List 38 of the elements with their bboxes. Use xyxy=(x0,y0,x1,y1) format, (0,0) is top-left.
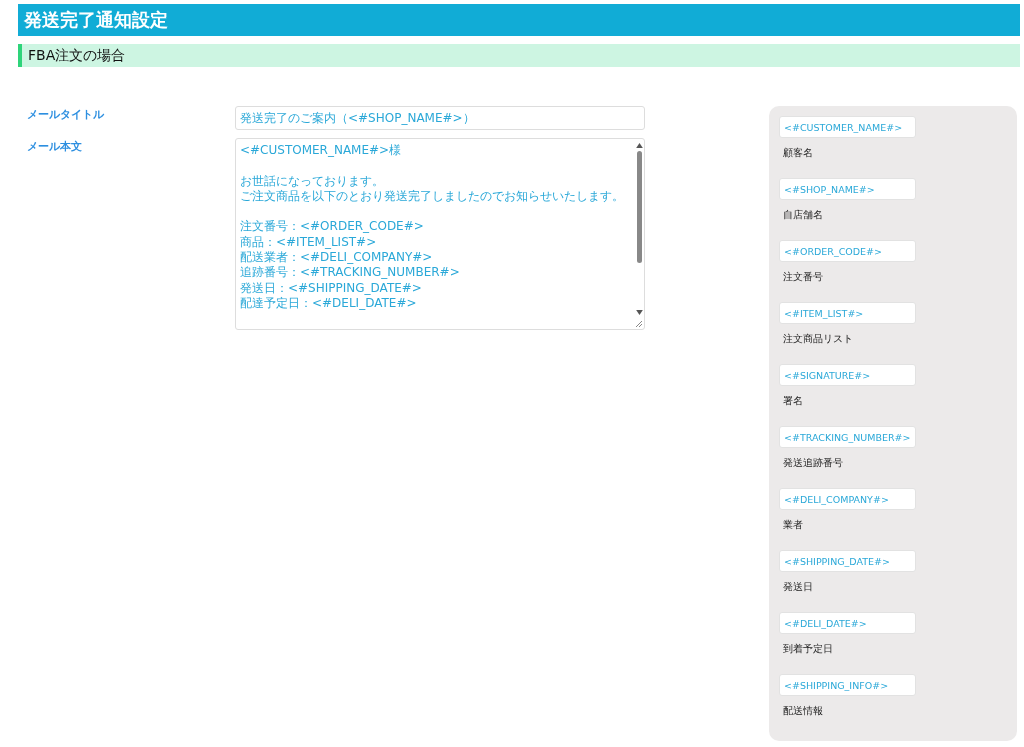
page-title: 発送完了通知設定 xyxy=(18,4,1020,36)
body-text-line: 配送業者：<#DELI_COMPANY#> xyxy=(240,250,434,266)
tag-description: 配送情報 xyxy=(782,704,824,718)
tag-description: 署名 xyxy=(782,394,804,408)
body-text-line: 商品：<#ITEM_LIST#> xyxy=(240,234,378,251)
mail-body-field[interactable]: <#CUSTOMER_NAME#>様 お世話になっております。 ご注文商品を以下のとおり発送完了しましたのでお知らせいたします。 注文番号：<#ORDER_CODE#> 商品：<#ITEM_LIST#> 配送業者：<#DELI_COMPANY#> 追跡番号：<#TRACKING_NUMBER#> 発送日：<#SHIPPING_DATE#> 配達予定日：<#DELI_DATE#> xyxy=(235,138,645,330)
tag-field[interactable]: <#TRACKING_NUMBER#> xyxy=(779,426,916,448)
section-title: FBA注文の場合 xyxy=(18,44,1020,67)
tag-description: 注文番号 xyxy=(782,270,824,284)
body-text-line: 発送日：<#SHIPPING_DATE#> xyxy=(240,280,423,296)
tag-field[interactable]: <#ITEM_LIST#> xyxy=(779,302,916,324)
tag-description: 発送日 xyxy=(782,580,814,594)
tag-description: 到着予定日 xyxy=(782,642,834,656)
tag-field[interactable]: <#SHIPPING_INFO#> xyxy=(779,674,916,696)
mail-title-field[interactable]: 発送完了のご案内（<#SHOP_NAME#>） xyxy=(235,106,645,130)
tag-field[interactable]: <#DELI_DATE#> xyxy=(779,612,916,634)
body-text-line: 配達予定日：<#DELI_DATE#> xyxy=(240,295,418,312)
tag-description: 顧客名 xyxy=(782,146,814,160)
tag-field[interactable]: <#ORDER_CODE#> xyxy=(779,240,916,262)
body-text-line: <#CUSTOMER_NAME#>様 xyxy=(240,143,403,159)
tag-description: 発送追跡番号 xyxy=(782,456,844,470)
resize-grip-icon[interactable] xyxy=(633,318,643,328)
tag-description: 業者 xyxy=(782,518,804,532)
body-text-line: 注文番号：<#ORDER_CODE#> xyxy=(240,219,425,235)
field-label: メールタイトル xyxy=(26,107,105,122)
tag-description: 自店舗名 xyxy=(782,208,824,222)
tag-field[interactable]: <#CUSTOMER_NAME#> xyxy=(779,116,916,138)
scroll-down-icon[interactable] xyxy=(635,310,643,315)
tag-field[interactable]: <#SIGNATURE#> xyxy=(779,364,916,386)
body-text-line: ご注文商品を以下のとおり発送完了しましたのでお知らせいたします。 xyxy=(240,188,625,205)
scroll-up-icon[interactable] xyxy=(635,143,643,148)
tag-field[interactable]: <#SHOP_NAME#> xyxy=(779,178,916,200)
field-label: メール本文 xyxy=(26,139,83,154)
tag-field[interactable]: <#SHIPPING_DATE#> xyxy=(779,550,916,572)
tag-field[interactable]: <#DELI_COMPANY#> xyxy=(779,488,916,510)
body-text-line: 追跡番号：<#TRACKING_NUMBER#> xyxy=(240,265,461,281)
tag-description: 注文商品リスト xyxy=(782,332,854,346)
body-text-line: お世話になっております。 xyxy=(240,173,385,189)
